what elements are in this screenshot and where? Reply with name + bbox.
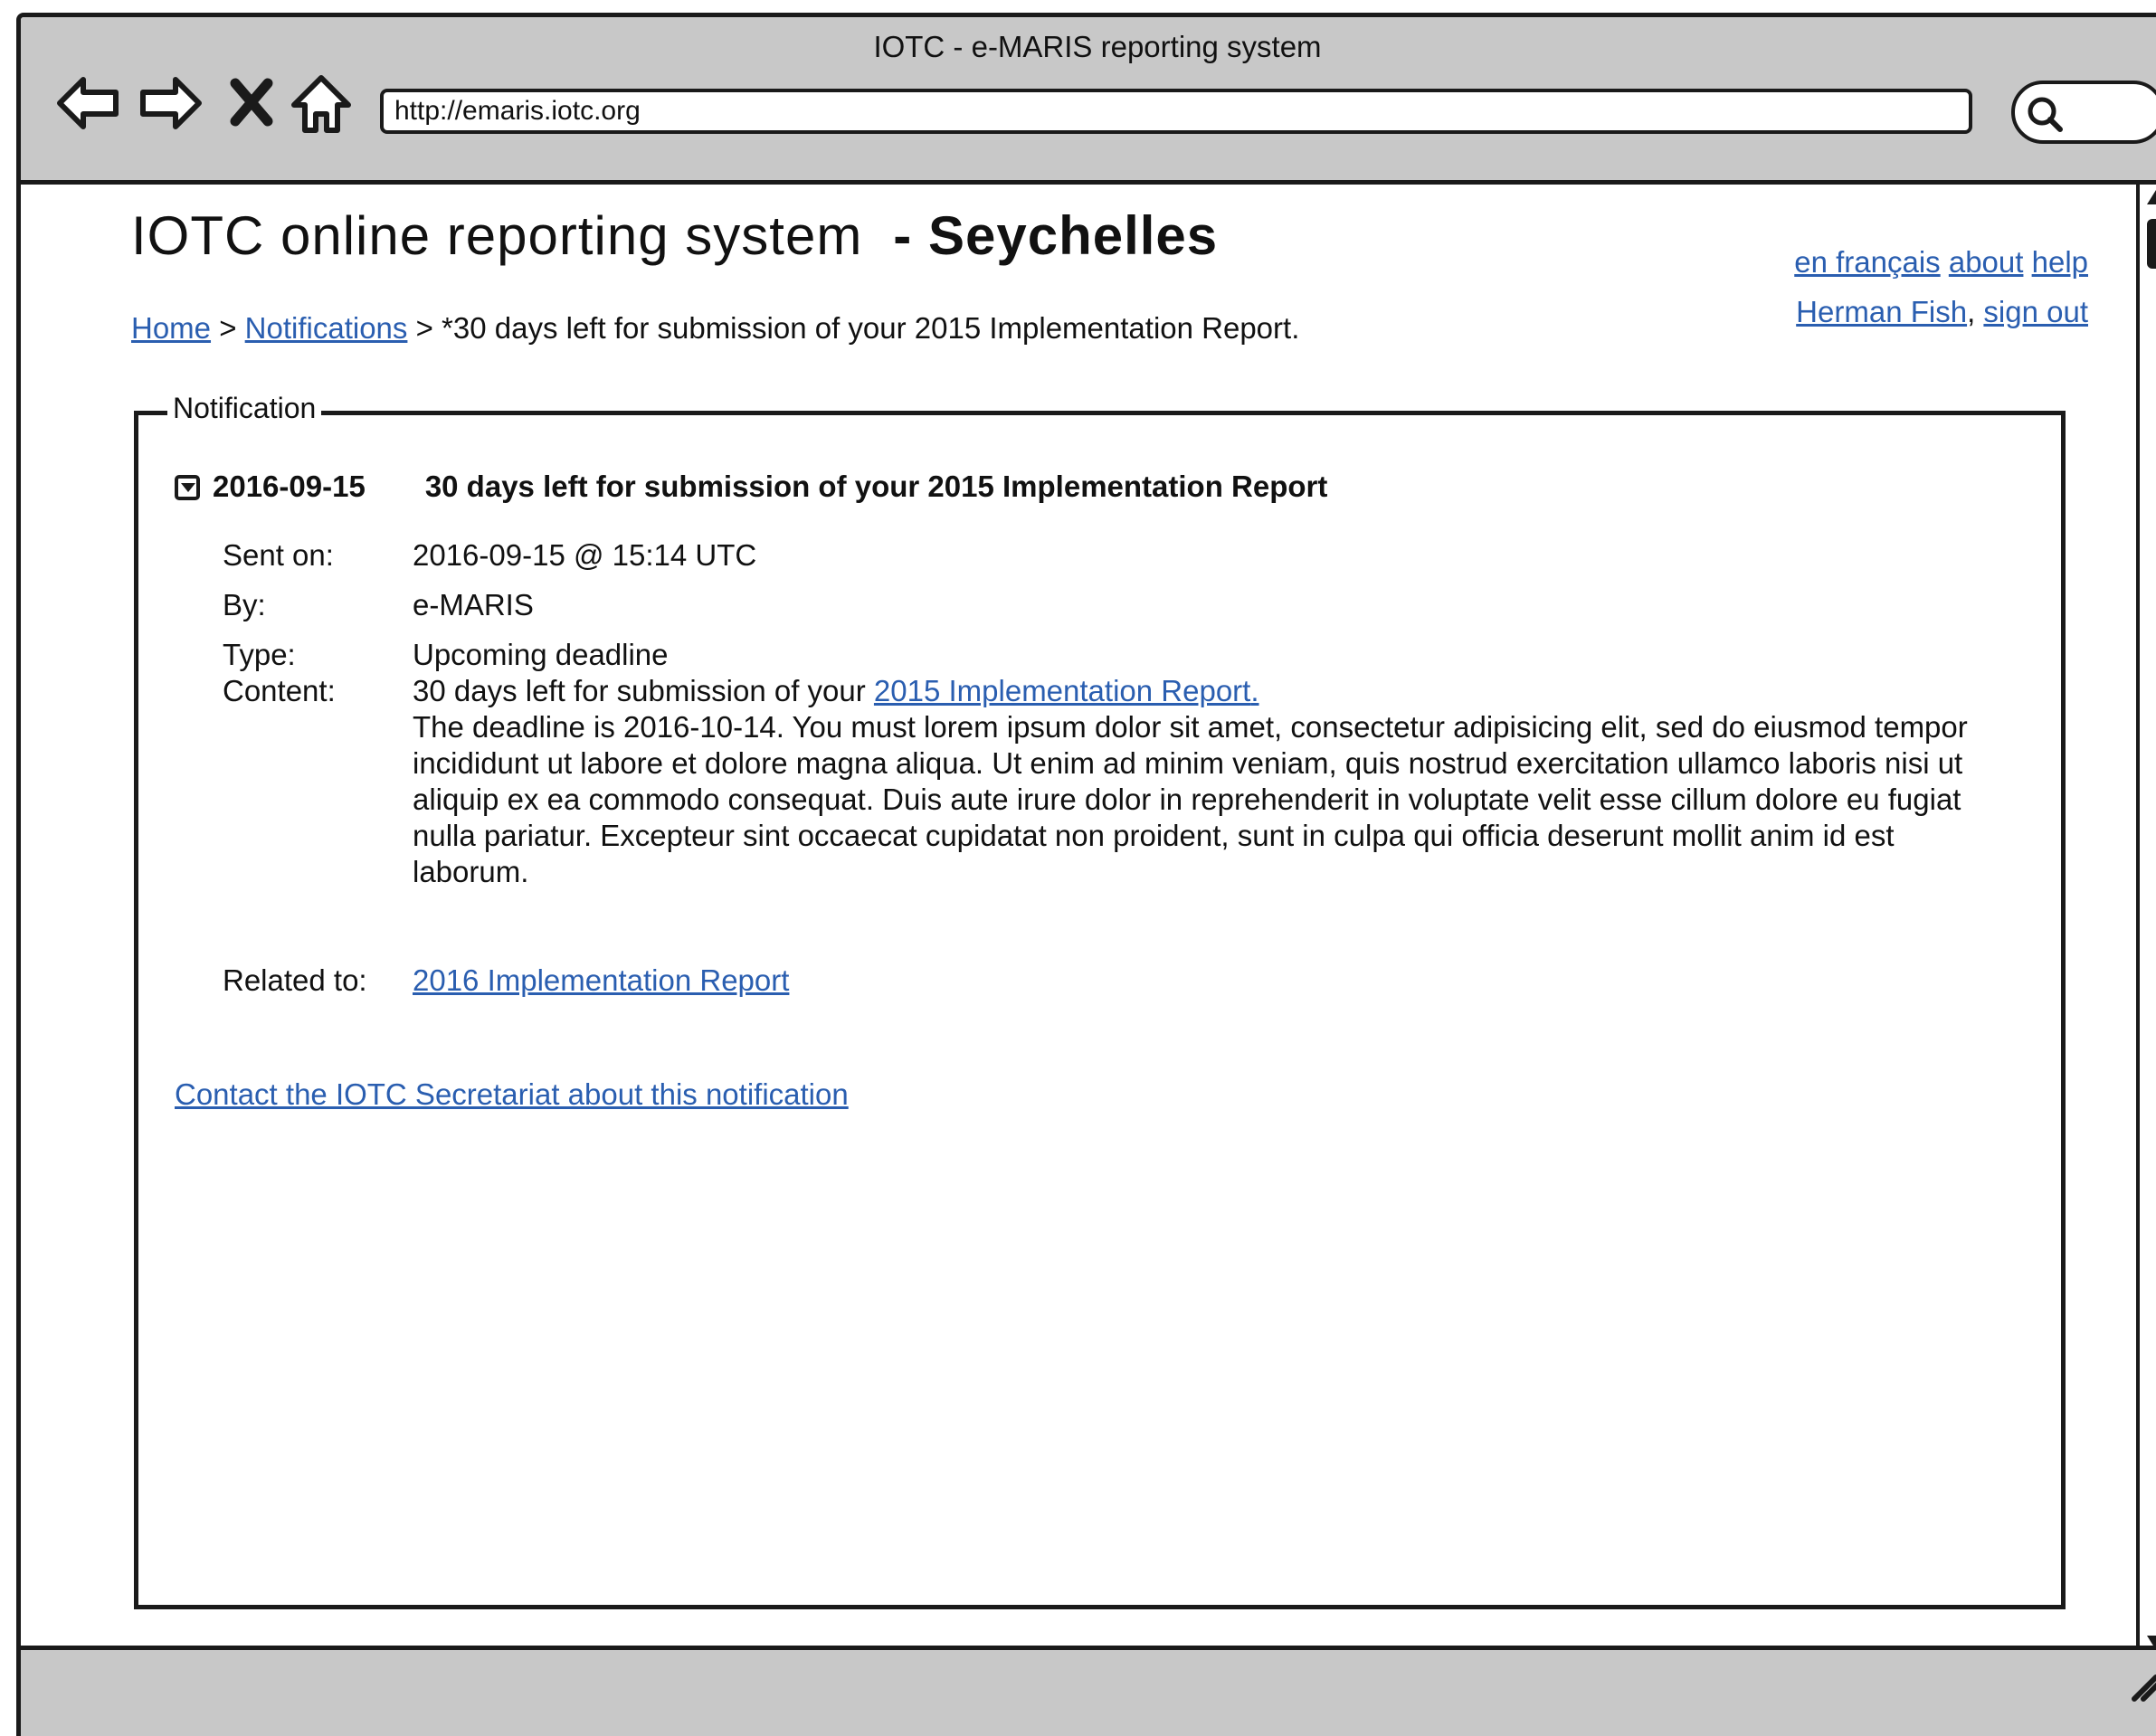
type-label: Type: — [223, 638, 296, 671]
related-row: Related to: 2016 Implementation Report — [223, 963, 1987, 999]
back-icon[interactable] — [52, 67, 125, 139]
notification-header: 2016-09-15 30 days left for submission of… — [175, 470, 1327, 504]
sent-on-value: 2016-09-15 @ 15:14 UTC — [413, 538, 757, 572]
notification-panel: Notification 2016-09-15 30 days left for … — [134, 392, 2066, 1609]
notification-date: 2016-09-15 — [213, 470, 366, 503]
collapse-icon[interactable] — [175, 475, 200, 500]
breadcrumb: Home > Notifications > *30 days left for… — [131, 311, 1299, 346]
content-row: Content: 30 days left for submission of … — [223, 673, 1987, 890]
header-links: en français about help Herman Fish, sign… — [1794, 237, 2088, 337]
stop-icon[interactable] — [215, 67, 288, 139]
breadcrumb-notifications[interactable]: Notifications — [245, 311, 408, 345]
browser-titlebar: IOTC - e-MARIS reporting system http://e… — [21, 17, 2156, 185]
app-title-text: IOTC online reporting system — [131, 205, 863, 266]
type-value: Upcoming deadline — [413, 638, 669, 671]
content-report-link-suffix: . — [1250, 674, 1259, 707]
breadcrumb-separator: > — [415, 311, 433, 345]
home-icon[interactable] — [285, 67, 357, 139]
content-body: The deadline is 2016-10-14. You must lor… — [413, 710, 1968, 888]
page-content: IOTC online reporting system - Seychelles… — [21, 185, 2156, 1736]
resize-grip-icon[interactable] — [2127, 1668, 2156, 1704]
user-separator: , — [1967, 295, 1976, 328]
type-row: Type: Upcoming deadline — [223, 637, 1987, 673]
vertical-scrollbar[interactable] — [2136, 185, 2156, 1650]
sent-on-row: Sent on: 2016-09-15 @ 15:14 UTC — [223, 537, 1987, 574]
sign-out-link[interactable]: sign out — [1983, 295, 2088, 328]
content-value: 30 days left for submission of your 2015… — [413, 673, 1987, 890]
about-link[interactable]: about — [1949, 245, 2024, 279]
by-value: e-MARIS — [413, 588, 534, 621]
related-label: Related to: — [223, 963, 367, 997]
country-name: - Seychelles — [893, 205, 1219, 266]
related-value: 2016 Implementation Report — [413, 963, 1987, 999]
page-title: IOTC online reporting system - Seychelles — [131, 204, 1218, 267]
french-link[interactable]: en français — [1794, 245, 1940, 279]
content-label: Content: — [223, 674, 336, 707]
top-nav-links: en français about help — [1794, 237, 2088, 287]
sent-on-label: Sent on: — [223, 538, 334, 572]
browser-window: IOTC - e-MARIS reporting system http://e… — [16, 13, 2156, 1736]
forward-icon[interactable] — [134, 67, 206, 139]
user-links: Herman Fish, sign out — [1794, 287, 2088, 337]
breadcrumb-separator: > — [219, 311, 237, 345]
notification-legend: Notification — [167, 392, 322, 425]
content-prefix: 30 days left for submission of your — [413, 674, 866, 707]
scroll-up-icon[interactable] — [2143, 186, 2156, 208]
help-link[interactable]: help — [2032, 245, 2088, 279]
search-icon — [2028, 97, 2063, 132]
by-label: By: — [223, 588, 266, 621]
breadcrumb-home[interactable]: Home — [131, 311, 211, 345]
browser-statusbar — [21, 1646, 2156, 1736]
breadcrumb-current: *30 days left for submission of your 201… — [442, 311, 1300, 345]
scrollbar-thumb[interactable] — [2147, 219, 2156, 269]
related-report-link[interactable]: 2016 Implementation Report — [413, 963, 789, 997]
window-title: IOTC - e-MARIS reporting system — [873, 30, 1322, 63]
content-report-link[interactable]: 2015 Implementation Report. — [874, 674, 1259, 707]
user-name-link[interactable]: Herman Fish — [1796, 295, 1967, 328]
content-report-link-text: 2015 Implementation Report — [873, 674, 1251, 707]
contact-secretariat-link[interactable]: Contact the IOTC Secretariat about this … — [175, 1077, 849, 1112]
browser-search-box[interactable] — [2011, 81, 2156, 144]
address-bar[interactable]: http://emaris.iotc.org — [380, 89, 1972, 134]
notification-details: Sent on: 2016-09-15 @ 15:14 UTC By: e-MA… — [223, 537, 1987, 1012]
notification-subject: 30 days left for submission of your 2015… — [424, 470, 1328, 503]
by-row: By: e-MARIS — [223, 587, 1987, 623]
